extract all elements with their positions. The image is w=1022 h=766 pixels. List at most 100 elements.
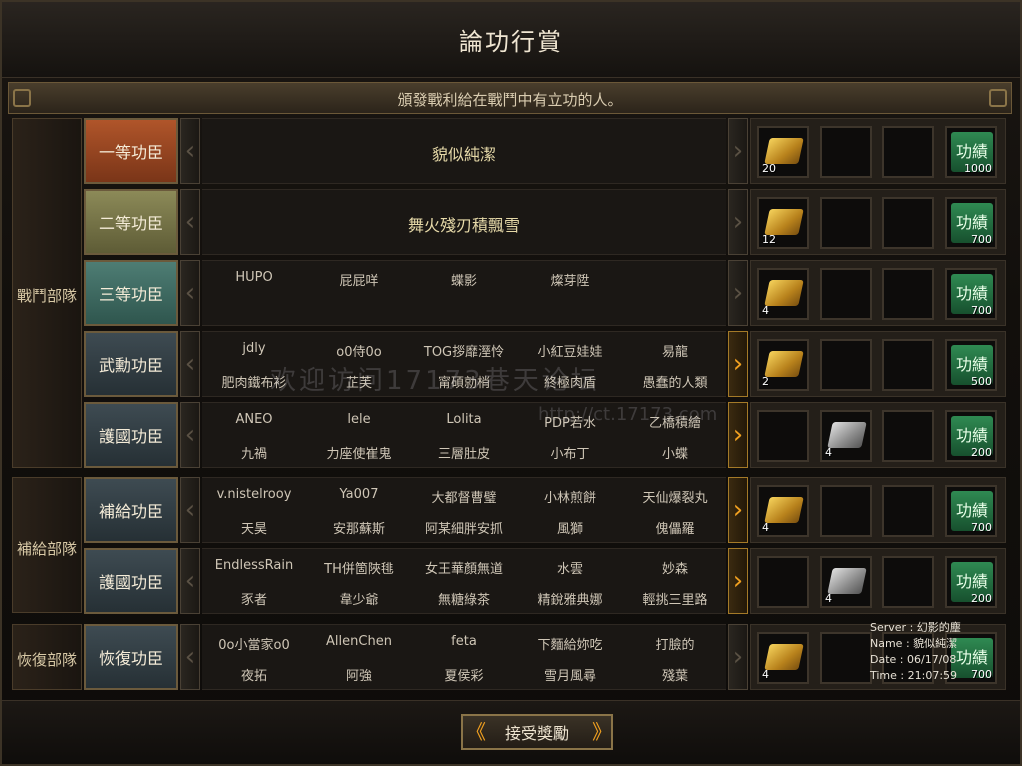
reward-slots: 2 功績 500 xyxy=(750,331,1006,397)
recipient-list: EndlessRain TH併箇陜毴 女王華顏無道 水雲 妙森 豕者 韋少爺 無糖綠茶 精銳雅典… xyxy=(202,548,726,614)
recipient-name: 天昊 xyxy=(240,522,267,537)
reward-slot[interactable]: 4 xyxy=(757,268,809,320)
reward-slot[interactable] xyxy=(882,126,934,178)
reward-slot[interactable]: 功績 1000 xyxy=(945,126,997,178)
scroll-right-arrow[interactable]: › xyxy=(728,477,748,543)
scroll-left-arrow[interactable]: ‹ xyxy=(180,402,200,468)
rank-label: 護國功臣 xyxy=(84,548,178,614)
scroll-left-arrow[interactable]: ‹ xyxy=(180,118,200,184)
silver-bars-icon xyxy=(827,568,867,594)
watermark-url: http://ct.17173.com xyxy=(538,404,718,425)
award-row: 恢復功臣 ‹ 0o小當家o0 AllenChen feta 下麵給妳吃 打臉的 夜拓 阿強 夏侯彩… xyxy=(84,624,1006,690)
reward-count: 4 xyxy=(825,592,832,605)
info-name: Name : 貌似純潔 xyxy=(870,637,958,650)
scroll-right-arrow[interactable]: › xyxy=(728,331,748,397)
rank-label: 二等功臣 xyxy=(84,189,178,255)
recipient-name: 夏侯彩 xyxy=(444,669,484,684)
scroll-right-arrow[interactable]: › xyxy=(728,260,748,326)
recipient-list: HUPO 屁屁咩 蝶影 燦芽陞 xyxy=(202,260,726,326)
reward-slot[interactable] xyxy=(820,339,872,391)
recipient-name: o0侍0o xyxy=(336,345,382,360)
reward-slot[interactable]: 功績 200 xyxy=(945,410,997,462)
reward-slot[interactable] xyxy=(820,268,872,320)
description-text: 頒發戰利給在戰鬥中有立功的人。 xyxy=(397,91,623,109)
scroll-right-arrow[interactable]: › xyxy=(728,548,748,614)
reward-slot[interactable]: 功績 700 xyxy=(945,268,997,320)
department-recovery: 恢復部隊 xyxy=(12,624,82,690)
department-supply: 補給部隊 xyxy=(12,477,82,613)
recipient-name: 阿強 xyxy=(345,669,372,684)
reward-slot[interactable]: 功績 700 xyxy=(945,485,997,537)
scroll-left-arrow[interactable]: ‹ xyxy=(180,189,200,255)
reward-slot[interactable]: 功績 200 xyxy=(945,556,997,608)
recipient-name: ANEO xyxy=(235,412,273,427)
scroll-right-arrow[interactable]: › xyxy=(728,118,748,184)
scroll-left-arrow[interactable]: ‹ xyxy=(180,477,200,543)
reward-slot[interactable]: 4 xyxy=(820,556,872,608)
scroll-left-arrow[interactable]: ‹ xyxy=(180,260,200,326)
reward-slot[interactable]: 4 xyxy=(757,485,809,537)
scroll-right-arrow[interactable]: › xyxy=(728,189,748,255)
silver-bars-icon xyxy=(827,422,867,448)
reward-slot[interactable]: 4 xyxy=(820,410,872,462)
reward-slot[interactable]: 功績 700 xyxy=(945,197,997,249)
reward-slot[interactable]: 4 xyxy=(757,632,809,684)
department-label: 戰鬥部隊 xyxy=(16,287,77,305)
recipient-name: HUPO xyxy=(235,270,273,285)
reward-count: 2 xyxy=(762,375,769,388)
department-label: 恢復部隊 xyxy=(16,651,77,669)
reward-slot[interactable] xyxy=(757,410,809,462)
reward-slot[interactable] xyxy=(820,197,872,249)
award-row: 護國功臣 ‹ EndlessRain TH併箇陜毴 女王華顏無道 水雲 妙森 豕者 韋少爺 無糖綠… xyxy=(84,548,1006,614)
recipient-name: 下麵給妳吃 xyxy=(537,638,603,653)
recipient-name: 精銳雅典娜 xyxy=(537,593,603,608)
reward-count: 12 xyxy=(762,233,776,246)
scroll-left-arrow[interactable]: ‹ xyxy=(180,548,200,614)
info-time: Time : 21:07:59 xyxy=(870,669,958,682)
reward-slot[interactable]: 12 xyxy=(757,197,809,249)
accept-reward-button[interactable]: 《 接受獎勵 》 xyxy=(461,714,613,750)
gold-bars-icon xyxy=(764,209,804,235)
rank-label: 護國功臣 xyxy=(84,402,178,468)
reward-slot[interactable]: 2 xyxy=(757,339,809,391)
recipient-name: 天仙爆裂丸 xyxy=(642,491,708,506)
recipient-name: 豕者 xyxy=(240,593,267,608)
recipient-name: 無糖綠茶 xyxy=(437,593,490,608)
recipient-name: 蝶影 xyxy=(450,274,477,289)
reward-count: 1000 xyxy=(964,162,992,175)
reward-slot[interactable]: 功績 500 xyxy=(945,339,997,391)
reward-slot[interactable] xyxy=(820,485,872,537)
reward-slot[interactable] xyxy=(882,339,934,391)
reward-slot[interactable] xyxy=(757,556,809,608)
department-combat: 戰鬥部隊 xyxy=(12,118,82,468)
reward-slot[interactable] xyxy=(882,485,934,537)
reward-slot[interactable] xyxy=(882,410,934,462)
recipient-name: feta xyxy=(451,634,477,649)
reward-slots: 4 功績 700 xyxy=(750,260,1006,326)
reward-slot[interactable]: 20 xyxy=(757,126,809,178)
info-server: Server : 幻影的塵 xyxy=(870,621,961,634)
gold-bars-icon xyxy=(764,280,804,306)
reward-slot[interactable] xyxy=(882,268,934,320)
reward-count: 4 xyxy=(762,521,769,534)
scroll-left-arrow[interactable]: ‹ xyxy=(180,624,200,690)
reward-slot[interactable] xyxy=(820,632,872,684)
reward-slots: 20 功績 1000 xyxy=(750,118,1006,184)
reward-slot[interactable] xyxy=(882,197,934,249)
scroll-left-arrow[interactable]: ‹ xyxy=(180,331,200,397)
reward-slot[interactable] xyxy=(882,556,934,608)
reward-count: 200 xyxy=(971,592,992,605)
recipient-name: 阿某細胖安抓 xyxy=(424,522,503,537)
scroll-right-arrow[interactable]: › xyxy=(728,624,748,690)
gold-bars-icon xyxy=(764,138,804,164)
recipient-name: 屁屁咩 xyxy=(339,274,379,289)
reward-slots: 4 功績 200 xyxy=(750,548,1006,614)
recipient-name: lele xyxy=(347,412,371,427)
reward-count: 200 xyxy=(971,446,992,459)
rank-label: 恢復功臣 xyxy=(84,624,178,690)
reward-slot[interactable] xyxy=(820,126,872,178)
scroll-right-arrow[interactable]: › xyxy=(728,402,748,468)
recipient-name: 小紅豆娃娃 xyxy=(537,345,603,360)
recipient-name: 夜拓 xyxy=(240,669,267,684)
chevron-right-icon: 》 xyxy=(592,720,612,744)
